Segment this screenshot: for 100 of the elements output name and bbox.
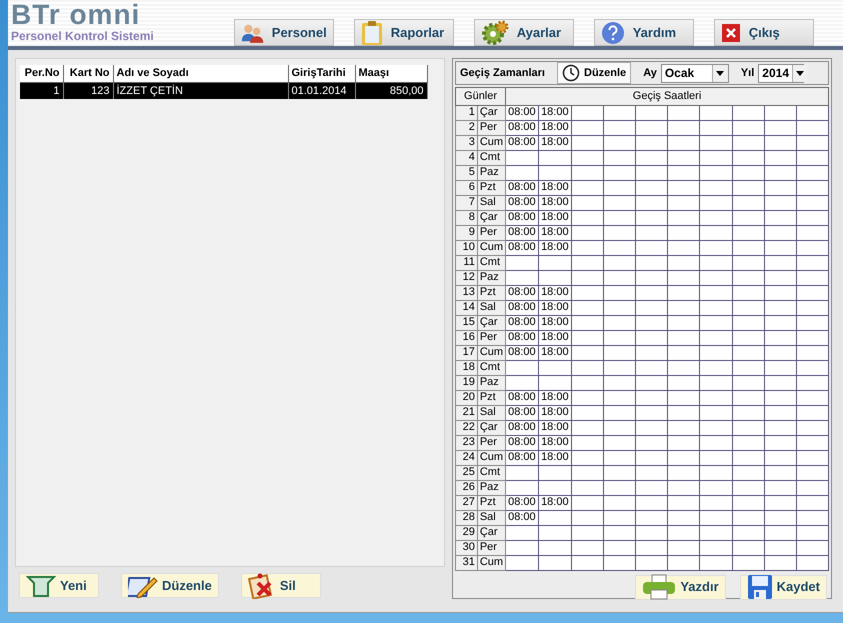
column-header: Kart No — [63, 65, 113, 82]
day-number: 26 — [456, 480, 478, 495]
time-cell: 08:00 — [506, 510, 539, 525]
time-cell: 18:00 — [538, 495, 572, 510]
day-number: 4 — [456, 150, 478, 165]
time-cell: 08:00 — [506, 300, 539, 315]
time-cell: 18:00 — [538, 390, 572, 405]
time-cell: 18:00 — [538, 180, 572, 195]
edit-button[interactable]: Düzenle — [557, 62, 632, 84]
time-cell: 18:00 — [538, 435, 572, 450]
column-header: Geçiş Saatleri — [506, 88, 828, 105]
year-select[interactable]: 2014 — [758, 64, 804, 82]
time-cell: 08:00 — [506, 120, 539, 135]
app-subtitle: Personel Kontrol Sistemi — [11, 30, 154, 42]
day-number: 12 — [456, 270, 478, 285]
day-number: 11 — [456, 255, 478, 270]
day-number: 30 — [456, 540, 478, 555]
time-cell: 18:00 — [538, 330, 572, 345]
day-number: 8 — [456, 210, 478, 225]
weekday-cell: Pzt — [477, 285, 506, 300]
weekday-cell: Cum — [477, 555, 506, 570]
weekday-cell: Çar — [477, 420, 506, 435]
time-cell: 08:00 — [506, 390, 539, 405]
day-number: 15 — [456, 315, 478, 330]
weekday-cell: Paz — [477, 165, 506, 180]
weekday-cell: Cmt — [477, 150, 506, 165]
column-header: Adı ve Soyadı — [113, 65, 288, 82]
time-cell: 08:00 — [506, 345, 539, 360]
column-header: Günler — [456, 88, 506, 105]
day-number: 23 — [456, 435, 478, 450]
toolbar-button[interactable]: Düzenle — [121, 573, 219, 598]
time-cell: 08:00 — [506, 450, 539, 465]
weekday-cell: Sal — [477, 510, 506, 525]
clock-icon — [562, 64, 580, 82]
time-cell: 08:00 — [506, 180, 539, 195]
day-number: 21 — [456, 405, 478, 420]
weekday-cell: Sal — [477, 300, 506, 315]
time-cell: 08:00 — [506, 330, 539, 345]
time-cell: 18:00 — [538, 210, 572, 225]
day-number: 19 — [456, 375, 478, 390]
nav-button[interactable]: Yardım — [594, 19, 694, 46]
table-cell: 850,00 — [355, 82, 427, 99]
nav-button[interactable]: Raporlar — [354, 19, 454, 46]
toolbar-button[interactable]: Kaydet — [740, 574, 827, 600]
time-cell: 08:00 — [506, 405, 539, 420]
day-number: 1 — [456, 105, 478, 120]
time-cell: 18:00 — [538, 450, 572, 465]
day-number: 24 — [456, 450, 478, 465]
table-cell: 1 — [20, 82, 63, 99]
time-cell: 18:00 — [538, 240, 572, 255]
day-number: 13 — [456, 285, 478, 300]
time-cell: 18:00 — [538, 345, 572, 360]
table-cell: 123 — [63, 82, 113, 99]
weekday-cell: Pzt — [477, 390, 506, 405]
weekday-cell: Sal — [477, 405, 506, 420]
time-cell: 08:00 — [506, 225, 539, 240]
toolbar-button[interactable]: Yeni — [19, 573, 99, 598]
weekday-cell: Çar — [477, 315, 506, 330]
time-cell: 18:00 — [538, 420, 572, 435]
day-number: 17 — [456, 345, 478, 360]
day-number: 3 — [456, 135, 478, 150]
day-number: 29 — [456, 525, 478, 540]
field-label: Ay — [643, 66, 657, 81]
column-header: Maaşı — [355, 65, 427, 82]
weekday-cell: Cmt — [477, 255, 506, 270]
time-cell: 08:00 — [506, 285, 539, 300]
day-number: 22 — [456, 420, 478, 435]
weekday-cell: Cum — [477, 135, 506, 150]
weekday-cell: Per — [477, 330, 506, 345]
column-header: Per.No — [20, 65, 63, 82]
weekday-cell: Çar — [477, 210, 506, 225]
day-number: 31 — [456, 555, 478, 570]
time-cell: 18:00 — [538, 405, 572, 420]
close-icon — [720, 22, 741, 42]
weekday-cell: Per — [477, 225, 506, 240]
month-select[interactable]: Ocak — [660, 64, 729, 82]
toolbar-button[interactable]: Yazdır — [635, 574, 726, 600]
day-number: 7 — [456, 195, 478, 210]
time-cell: 18:00 — [538, 120, 572, 135]
weekday-cell: Pzt — [477, 180, 506, 195]
time-cell: 18:00 — [538, 315, 572, 330]
time-cell: 08:00 — [506, 240, 539, 255]
day-number: 6 — [456, 180, 478, 195]
time-cell: 08:00 — [506, 210, 539, 225]
time-cell: 18:00 — [538, 105, 572, 120]
dropdown-arrow-icon — [716, 70, 724, 76]
day-number: 2 — [456, 120, 478, 135]
clipboard-icon — [360, 20, 383, 46]
time-cell: 18:00 — [538, 225, 572, 240]
field-label: Yıl — [740, 66, 754, 81]
table-cell: İZZET ÇETİN — [113, 82, 288, 99]
weekday-cell: Pzt — [477, 495, 506, 510]
time-cell: 08:00 — [506, 135, 539, 150]
time-cell: 18:00 — [538, 300, 572, 315]
time-cell: 18:00 — [538, 135, 572, 150]
nav-button[interactable]: Ayarlar — [474, 19, 574, 46]
new-document-icon — [26, 574, 56, 596]
toolbar-button[interactable]: Sil — [240, 573, 321, 598]
nav-button[interactable]: Çıkış — [714, 19, 814, 46]
nav-button[interactable]: Personel — [234, 19, 334, 46]
